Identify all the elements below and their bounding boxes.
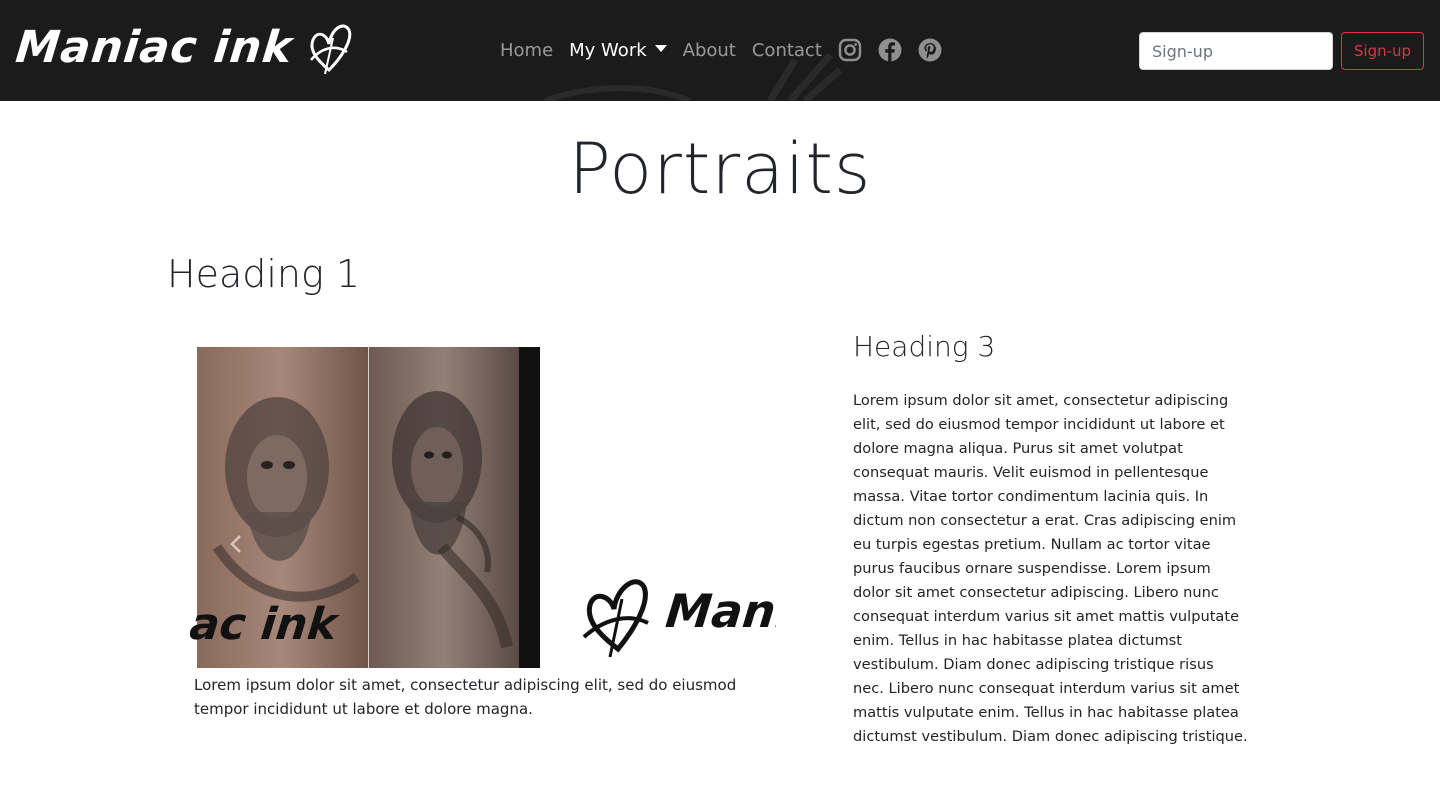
brand-text: Maniac ink — [13, 21, 296, 73]
carousel-logo-right-text: Mania — [663, 584, 776, 638]
body-paragraph: Lorem ipsum dolor sit amet, consectetur … — [853, 392, 1248, 745]
instagram-icon[interactable] — [838, 38, 862, 62]
heading-3: Heading 3 — [853, 330, 996, 363]
page-title: Portraits — [568, 128, 872, 210]
signup-button[interactable]: Sign-up — [1341, 32, 1424, 70]
carousel-caption: Lorem ipsum dolor sit amet, consectetur … — [194, 676, 737, 718]
signup-form: Sign-up — [1139, 32, 1424, 70]
nav-contact[interactable]: Contact — [752, 40, 822, 61]
nav-my-work-label: My Work — [569, 39, 647, 61]
image-carousel[interactable]: ac ink Mania — [190, 347, 776, 668]
heading-1: Heading 1 — [167, 252, 361, 296]
main-nav: Home My Work About Contact — [500, 33, 958, 67]
navbar: Maniac ink Home My Work About Contact Si… — [0, 0, 1440, 101]
carousel-prev-icon[interactable] — [226, 533, 246, 555]
pinterest-icon[interactable] — [918, 38, 942, 62]
nav-about[interactable]: About — [683, 40, 736, 61]
carousel-logo-left: ac ink — [190, 599, 340, 650]
heart-logo-icon — [309, 24, 351, 75]
chevron-down-icon — [654, 45, 667, 52]
carousel-logo-right: Mania — [582, 563, 776, 659]
nav-my-work-dropdown[interactable]: My Work — [569, 39, 667, 61]
signup-input[interactable] — [1139, 32, 1333, 70]
heart-logo-icon — [582, 579, 649, 658]
nav-home[interactable]: Home — [500, 40, 553, 61]
brand-logo[interactable]: Maniac ink — [13, 16, 353, 78]
facebook-icon[interactable] — [878, 38, 902, 62]
